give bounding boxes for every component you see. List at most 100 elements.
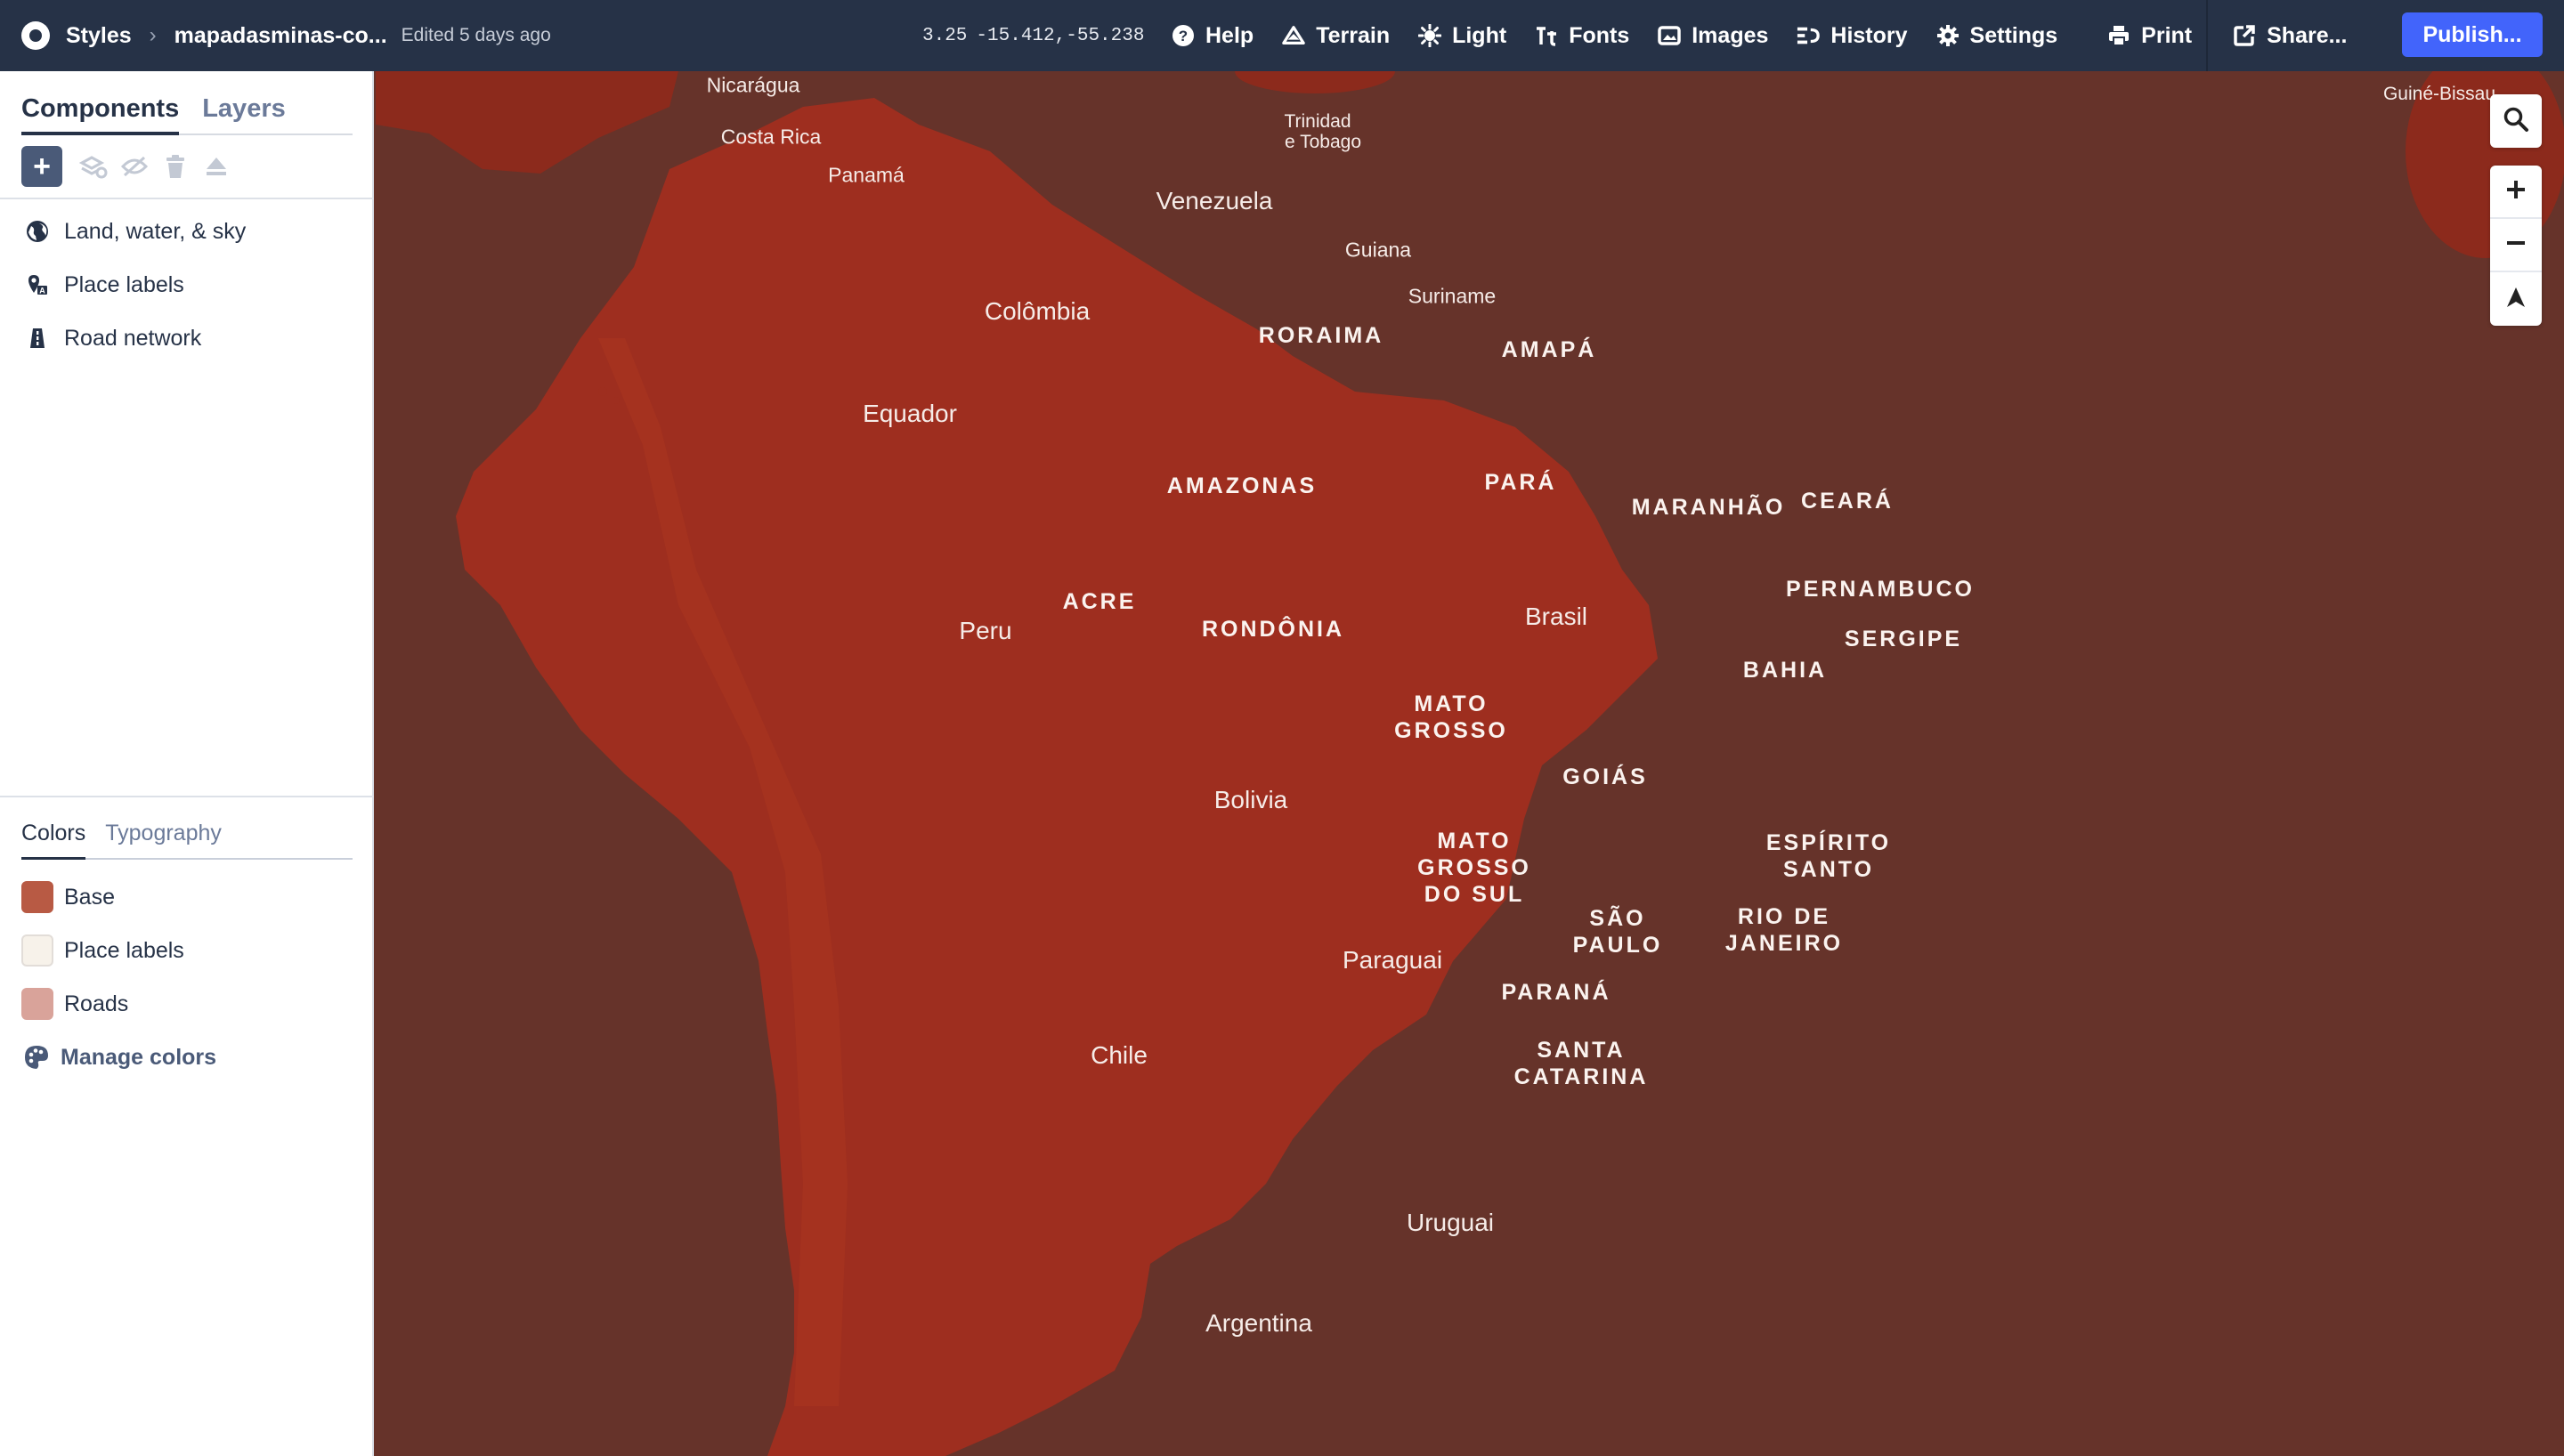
state-label-maranhao[interactable]: MARANHÃO xyxy=(1632,494,1786,521)
duplicate-icon[interactable] xyxy=(77,150,110,182)
settings-label: Settings xyxy=(1969,22,2058,48)
map-nav-control xyxy=(2490,166,2542,326)
state-label-line: SÃO xyxy=(1589,906,1646,931)
state-label-sergipe[interactable]: SERGIPE xyxy=(1845,626,1962,652)
zoom-in-button[interactable] xyxy=(2490,166,2542,219)
country-label-uruguai[interactable]: Uruguai xyxy=(1407,1209,1494,1237)
state-label-pernambuco[interactable]: PERNAMBUCO xyxy=(1786,576,1975,603)
zoom-readout: 3.25 xyxy=(922,25,968,46)
terrain-button[interactable]: Terrain xyxy=(1268,0,1404,71)
component-toolbar: + xyxy=(21,146,237,187)
state-label-parana[interactable]: PARANÁ xyxy=(1501,979,1611,1006)
divider xyxy=(0,198,374,199)
state-label-mato-grosso[interactable]: MATO GROSSO xyxy=(1394,691,1508,744)
logo-icon[interactable] xyxy=(21,21,50,50)
state-label-mato-grosso-do-sul[interactable]: MATO GROSSO DO SUL xyxy=(1417,828,1531,908)
country-label-colombia[interactable]: Colômbia xyxy=(985,297,1090,326)
country-label-costa-rica[interactable]: Costa Rica xyxy=(721,125,821,150)
state-label-espirito-santo[interactable]: ESPÍRITO SANTO xyxy=(1766,829,1891,883)
fonts-icon xyxy=(1535,24,1558,47)
state-label-para[interactable]: PARÁ xyxy=(1485,469,1557,496)
component-place-labels[interactable]: A Place labels xyxy=(0,258,374,311)
add-component-button[interactable]: + xyxy=(21,146,62,187)
country-label-paraguai[interactable]: Paraguai xyxy=(1343,946,1442,975)
country-label-peru[interactable]: Peru xyxy=(959,617,1011,645)
manage-colors-link[interactable]: Manage colors xyxy=(0,1031,374,1084)
images-label: Images xyxy=(1692,22,1769,48)
map-canvas[interactable]: Nicarágua Costa Rica Panamá Venezuela Tr… xyxy=(376,71,2564,1456)
color-swatch[interactable] xyxy=(21,881,53,913)
tab-components[interactable]: Components xyxy=(21,87,180,135)
state-label-line: GROSSO xyxy=(1417,855,1531,880)
country-label-chile[interactable]: Chile xyxy=(1091,1041,1148,1070)
state-label-line: PAULO xyxy=(1572,933,1663,958)
color-swatch[interactable] xyxy=(21,988,53,1020)
color-label: Roads xyxy=(64,991,129,1016)
country-label-guine-bissau[interactable]: Guiné-Bissau xyxy=(2383,84,2495,105)
eject-icon[interactable] xyxy=(200,150,232,182)
state-label-amazonas[interactable]: AMAZONAS xyxy=(1167,473,1317,499)
light-button[interactable]: Light xyxy=(1404,0,1521,71)
top-bar: Styles › mapadasminas-co... Edited 5 day… xyxy=(0,0,2564,71)
country-label-brasil[interactable]: Brasil xyxy=(1525,603,1587,631)
fonts-button[interactable]: Fonts xyxy=(1521,0,1643,71)
delete-icon[interactable] xyxy=(159,150,191,182)
state-label-acre[interactable]: ACRE xyxy=(1063,588,1137,615)
state-label-ceara[interactable]: CEARÁ xyxy=(1801,488,1894,514)
state-label-line: MATO xyxy=(1414,692,1489,716)
country-label-nicaragua[interactable]: Nicarágua xyxy=(707,74,800,98)
country-label-trinidad[interactable]: Trinidad xyxy=(1284,111,1351,133)
state-label-santa-catarina[interactable]: SANTA CATARINA xyxy=(1514,1037,1649,1090)
images-icon xyxy=(1658,24,1681,47)
state-label-rio-de-janeiro[interactable]: RIO DE JANEIRO xyxy=(1725,903,1843,957)
images-button[interactable]: Images xyxy=(1643,0,1782,71)
state-label-roraima[interactable]: RORAIMA xyxy=(1259,322,1383,349)
color-swatch[interactable] xyxy=(21,934,53,967)
map-search-button[interactable] xyxy=(2490,94,2542,148)
central-america-land xyxy=(376,71,678,174)
country-label-equador[interactable]: Equador xyxy=(863,400,957,428)
hide-icon[interactable] xyxy=(118,150,150,182)
state-label-bahia[interactable]: BAHIA xyxy=(1743,657,1827,684)
settings-button[interactable]: Settings xyxy=(1922,0,2073,71)
compass-button[interactable] xyxy=(2490,272,2542,326)
state-label-amapa[interactable]: AMAPÁ xyxy=(1502,336,1597,363)
tab-layers[interactable]: Layers xyxy=(202,87,286,133)
color-roads[interactable]: Roads xyxy=(0,977,374,1031)
history-label: History xyxy=(1830,22,1908,48)
map-position-readout[interactable]: 3.25 -15.412,-55.238 xyxy=(922,0,1144,71)
color-label: Place labels xyxy=(64,937,184,963)
tab-typography[interactable]: Typography xyxy=(105,812,222,858)
color-place-labels[interactable]: Place labels xyxy=(0,924,374,977)
country-label-suriname[interactable]: Suriname xyxy=(1408,285,1496,309)
share-icon xyxy=(2233,24,2256,47)
style-name[interactable]: mapadasminas-co... xyxy=(174,23,387,49)
country-label-guiana[interactable]: Guiana xyxy=(1345,239,1411,263)
zoom-out-button[interactable] xyxy=(2490,219,2542,272)
divider xyxy=(0,796,374,797)
country-label-bolivia[interactable]: Bolivia xyxy=(1214,786,1287,814)
island-shape xyxy=(598,387,607,396)
country-label-venezuela[interactable]: Venezuela xyxy=(1156,187,1273,215)
component-road-network[interactable]: Road network xyxy=(0,311,374,365)
state-label-sao-paulo[interactable]: SÃO PAULO xyxy=(1573,905,1663,959)
island-shape xyxy=(613,397,620,404)
state-label-rondonia[interactable]: RONDÔNIA xyxy=(1202,616,1344,643)
country-label-argentina[interactable]: Argentina xyxy=(1205,1309,1312,1338)
component-land-water-sky[interactable]: Land, water, & sky xyxy=(0,205,374,258)
print-button[interactable]: Print xyxy=(2093,0,2206,71)
tab-colors[interactable]: Colors xyxy=(21,812,86,860)
history-button[interactable]: History xyxy=(1782,0,1921,71)
country-label-panama[interactable]: Panamá xyxy=(828,164,905,188)
components-list: Land, water, & sky A Place labels Road n… xyxy=(0,205,374,365)
share-button[interactable]: Share... xyxy=(2208,0,2361,71)
state-label-goias[interactable]: GOIÁS xyxy=(1562,764,1648,790)
publish-button[interactable]: Publish... xyxy=(2402,12,2543,57)
color-base[interactable]: Base xyxy=(0,870,374,924)
help-button[interactable]: ? Help xyxy=(1157,0,1268,71)
country-label-trinidad-2[interactable]: e Tobago xyxy=(1285,132,1361,153)
styles-link[interactable]: Styles xyxy=(66,23,132,49)
color-list: Base Place labels Roads Manage colors xyxy=(0,870,374,1084)
search-icon xyxy=(2503,106,2529,137)
place-labels-icon: A xyxy=(25,272,50,297)
